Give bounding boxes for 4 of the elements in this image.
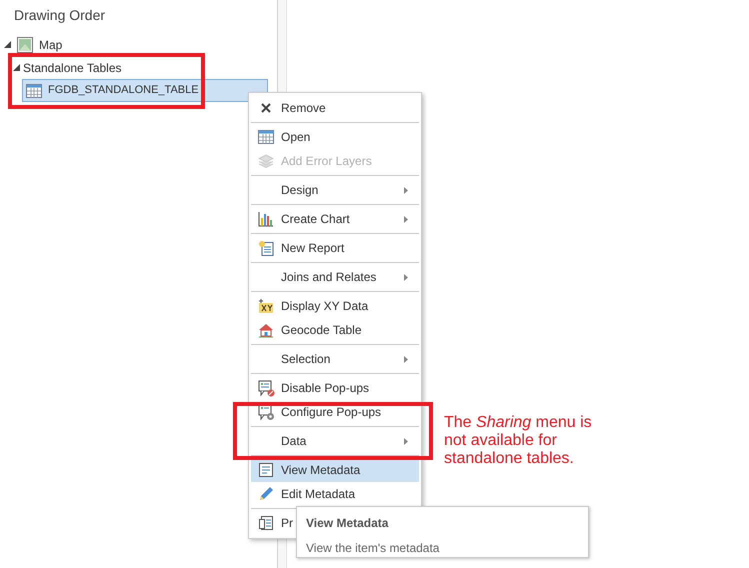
annotation-text: The Sharing menu is not available for standalone tables. [444, 414, 593, 468]
tooltip-description: View the item's metadata [306, 540, 440, 557]
tooltip-title: View Metadata [306, 515, 390, 532]
panel-title: Drawing Order [13, 6, 106, 25]
